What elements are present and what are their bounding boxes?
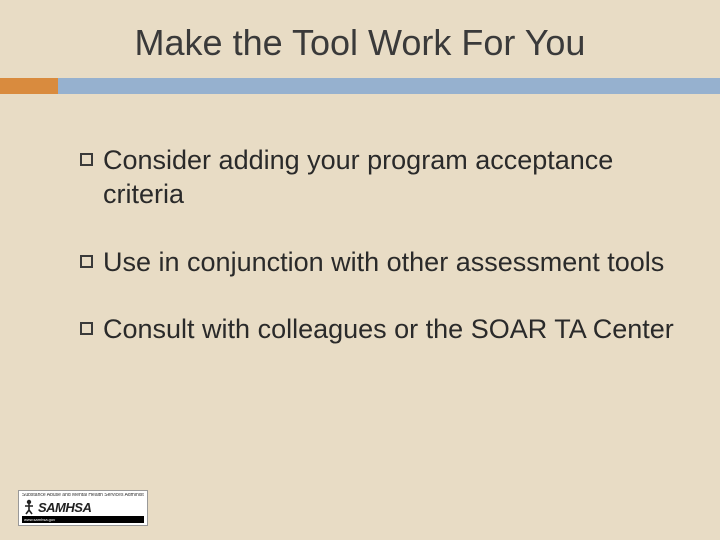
bullet-text: Consider adding your program acceptance … — [103, 144, 680, 212]
bullet-square-icon — [80, 255, 93, 268]
content-area: Consider adding your program acceptance … — [0, 94, 720, 347]
logo-url: www.samhsa.gov — [22, 516, 144, 523]
accent-bar — [0, 78, 720, 94]
bullet-text: Use in conjunction with other assessment… — [103, 246, 664, 280]
accent-blue — [58, 78, 720, 94]
list-item: Use in conjunction with other assessment… — [80, 246, 680, 280]
bullet-square-icon — [80, 322, 93, 335]
accent-orange — [0, 78, 58, 94]
list-item: Consider adding your program acceptance … — [80, 144, 680, 212]
logo-name: SAMHSA — [38, 500, 91, 515]
person-icon — [22, 499, 36, 515]
logo-main: SAMHSA — [22, 499, 144, 515]
slide-title: Make the Tool Work For You — [0, 0, 720, 78]
bullet-text: Consult with colleagues or the SOAR TA C… — [103, 313, 674, 347]
bullet-square-icon — [80, 153, 93, 166]
samhsa-logo: Substance Abuse and Mental Health Servic… — [18, 490, 148, 526]
logo-subtitle: Substance Abuse and Mental Health Servic… — [22, 493, 144, 498]
list-item: Consult with colleagues or the SOAR TA C… — [80, 313, 680, 347]
